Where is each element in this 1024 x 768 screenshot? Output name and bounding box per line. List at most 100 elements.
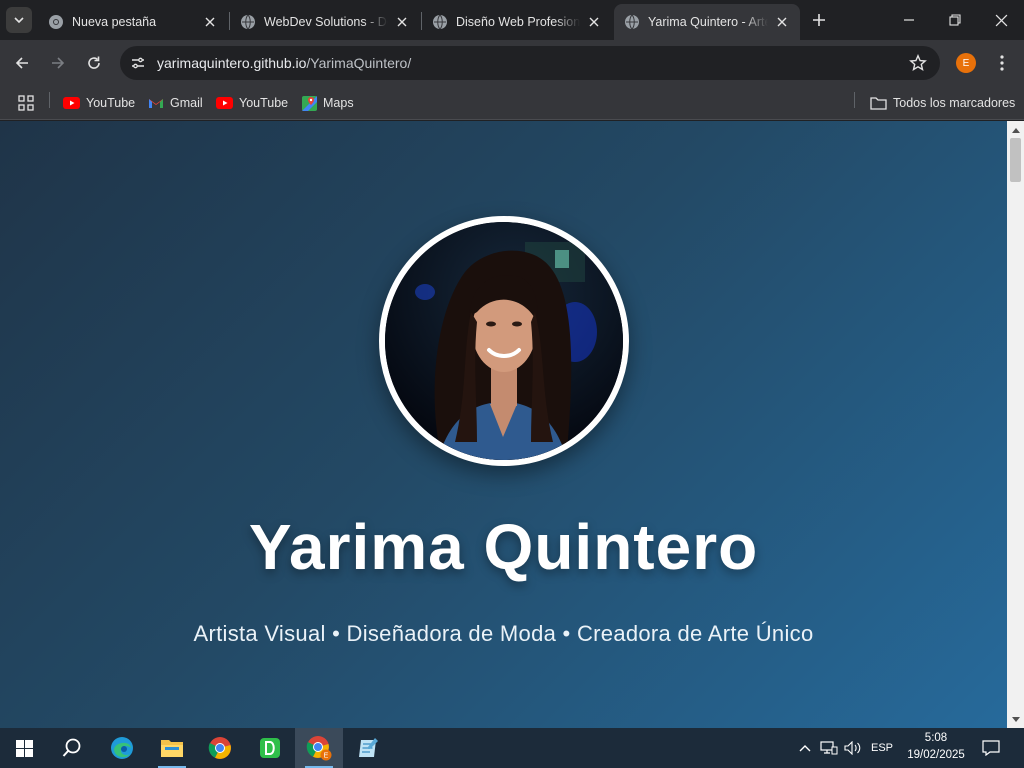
browser-tab-strip: Nueva pestaña WebDev Solutions - Des Dis… — [0, 0, 1024, 40]
tab-yarima-quintero[interactable]: Yarima Quintero - Arte — [614, 4, 800, 40]
network-button[interactable] — [818, 728, 840, 768]
close-tab-icon[interactable] — [774, 14, 790, 30]
globe-icon — [241, 14, 255, 30]
close-tab-icon[interactable] — [202, 14, 218, 30]
close-tab-icon[interactable] — [586, 14, 602, 30]
chrome-profile-icon: E — [306, 736, 332, 761]
all-bookmarks-folder[interactable]: Todos los marcadores — [870, 92, 1015, 114]
apps-grid-icon — [18, 95, 34, 111]
globe-icon — [433, 14, 447, 30]
taskbar-file-explorer[interactable] — [148, 728, 196, 768]
tab-diseno-web[interactable]: Diseño Web Profesional — [422, 4, 612, 40]
tab-title: Diseño Web Profesional — [456, 15, 580, 29]
portrait-image — [385, 222, 623, 460]
file-explorer-icon — [161, 740, 183, 757]
tray-overflow-button[interactable] — [795, 728, 815, 768]
restore-button[interactable] — [932, 0, 978, 40]
back-button[interactable] — [8, 49, 36, 77]
maps-icon — [302, 95, 317, 111]
tab-title: Nueva pestaña — [72, 15, 157, 29]
profile-avatar-button[interactable]: E — [956, 53, 976, 73]
close-window-button[interactable] — [978, 0, 1024, 40]
more-vertical-icon — [1000, 55, 1004, 71]
folder-icon — [870, 97, 887, 110]
bookmark-gmail[interactable]: Gmail — [148, 92, 203, 114]
notepad-icon — [359, 738, 378, 757]
taskbar-d-app[interactable] — [246, 728, 294, 768]
taskbar-edge[interactable] — [98, 728, 146, 768]
bookmark-label: Gmail — [170, 96, 203, 110]
scroll-down-arrow[interactable] — [1007, 711, 1024, 728]
plus-icon — [813, 14, 825, 26]
volume-icon — [844, 741, 861, 755]
forward-button[interactable] — [44, 49, 72, 77]
browser-menu-button[interactable] — [994, 52, 1010, 74]
site-info-button[interactable] — [126, 51, 150, 75]
windows-taskbar: E ESP 5:08 19/02/2025 — [0, 728, 1024, 768]
bookmark-youtube-2[interactable]: YouTube — [216, 92, 288, 114]
windows-start-icon — [15, 739, 33, 757]
tab-title: Yarima Quintero - Arte — [648, 15, 768, 29]
start-button[interactable] — [0, 728, 48, 768]
gmail-icon — [149, 99, 163, 108]
reload-button[interactable] — [80, 49, 108, 77]
taskbar-search-button[interactable] — [48, 728, 96, 768]
page-scrollbar[interactable] — [1007, 121, 1024, 728]
bookmark-star-button[interactable] — [908, 53, 928, 73]
edge-icon — [111, 737, 133, 759]
notification-center-button[interactable] — [978, 728, 1004, 768]
taskbar-notepad[interactable] — [344, 728, 392, 768]
scrollbar-thumb[interactable] — [1010, 138, 1021, 182]
bookmark-youtube-1[interactable]: YouTube — [63, 92, 135, 114]
triangle-up-icon — [1011, 127, 1020, 133]
clock-date: 19/02/2025 — [907, 749, 965, 761]
url-host: yarimaquintero.github.io — [157, 55, 307, 71]
portfolio-hero: Yarima Quintero Artista Visual • Diseñad… — [0, 121, 1007, 728]
bookmark-label: Todos los marcadores — [893, 96, 1016, 110]
globe-icon — [625, 14, 639, 30]
system-clock[interactable]: 5:08 19/02/2025 — [896, 730, 976, 766]
clock-time: 5:08 — [924, 732, 948, 744]
bookmark-maps[interactable]: Maps — [302, 92, 354, 114]
hero-title: Yarima Quintero — [248, 511, 759, 583]
hero-subtitle: Artista Visual • Diseñadora de Moda • Cr… — [193, 621, 814, 646]
chrome-icon — [49, 15, 63, 29]
star-icon — [909, 54, 927, 71]
chrome-icon — [208, 737, 231, 759]
search-icon — [62, 738, 81, 757]
new-tab-button[interactable] — [808, 9, 830, 31]
address-bar[interactable]: yarimaquintero.github.io/YarimaQuintero/ — [120, 46, 940, 80]
d-app-icon — [260, 738, 280, 758]
bookmarks-bar: YouTube Gmail YouTube Maps Todos los mar… — [0, 86, 1024, 120]
tab-nueva-pestana[interactable]: Nueva pestaña — [38, 4, 228, 40]
input-language[interactable]: ESP — [868, 728, 896, 768]
apps-button[interactable] — [18, 92, 40, 114]
taskbar-chrome[interactable] — [196, 728, 244, 768]
svg-text:E: E — [324, 753, 329, 760]
reload-icon — [88, 56, 100, 69]
chevron-down-icon — [14, 17, 24, 24]
tab-title: WebDev Solutions - Des — [264, 15, 388, 29]
url-text[interactable]: yarimaquintero.github.io/YarimaQuintero/ — [157, 55, 411, 71]
minimize-icon — [904, 19, 914, 21]
youtube-icon — [63, 97, 80, 109]
browser-toolbar: yarimaquintero.github.io/YarimaQuintero/ — [0, 40, 1024, 86]
volume-button[interactable] — [842, 728, 864, 768]
notification-icon — [982, 740, 1000, 756]
url-path: /YarimaQuintero/ — [306, 55, 412, 71]
triangle-down-icon — [1011, 716, 1020, 722]
bookmark-label: Maps — [323, 96, 354, 110]
profile-photo — [379, 216, 629, 466]
minimize-button[interactable] — [886, 0, 932, 40]
youtube-icon — [216, 97, 233, 109]
tune-icon — [132, 57, 144, 69]
tab-search-button[interactable] — [6, 7, 32, 33]
bookmarks-divider — [49, 92, 50, 108]
bookmarks-divider — [854, 92, 855, 108]
taskbar-chrome-profile[interactable]: E — [295, 728, 343, 768]
tab-webdev-solutions[interactable]: WebDev Solutions - Des — [230, 4, 420, 40]
scroll-up-arrow[interactable] — [1007, 121, 1024, 138]
close-tab-icon[interactable] — [394, 14, 410, 30]
network-icon — [820, 741, 838, 755]
arrow-left-icon — [15, 57, 28, 69]
